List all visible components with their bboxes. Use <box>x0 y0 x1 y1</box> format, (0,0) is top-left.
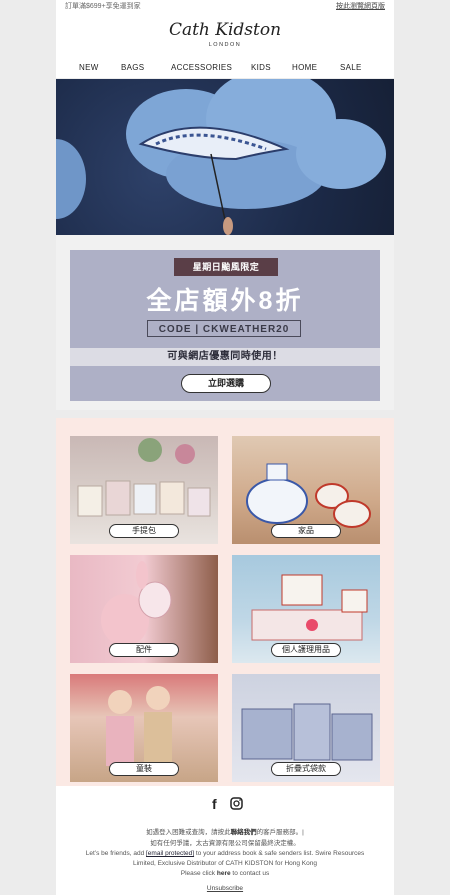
unsubscribe-link[interactable]: Unsubscribe <box>56 885 394 892</box>
cloud-shape <box>296 119 386 189</box>
footer: f 如遇登入困難或查詢，請按此聯絡我們的客戶服務部。| 如有任何爭議，太古資源有… <box>56 786 394 895</box>
nav-item-accessories[interactable]: ACCESSORIES <box>171 63 232 72</box>
category-tile-foldaway-bags[interactable]: 折疊式袋款 <box>232 674 380 782</box>
footer-line-1: 如遇登入困難或查詢，請按此聯絡我們的客戶服務部。| <box>56 828 394 838</box>
instagram-icon[interactable] <box>230 797 243 810</box>
shop-now-button[interactable]: 立即選購 <box>181 374 271 393</box>
umbrella-icon <box>138 126 290 235</box>
category-label: 配件 <box>109 643 179 657</box>
here-link[interactable]: here <box>217 870 231 877</box>
category-tile-accessories[interactable]: 配件 <box>70 555 218 663</box>
view-web-version-link[interactable]: 按此瀏覽網頁版 <box>336 1 385 11</box>
nav-item-bags[interactable]: BAGS <box>121 63 144 72</box>
free-shipping-text: 訂單滿$699+享免運到家 <box>65 3 141 10</box>
promo-tag: 星期日颱風限定 <box>174 258 278 276</box>
nav-item-new[interactable]: NEW <box>79 63 99 72</box>
category-tile-personal-care[interactable]: 個人護理用品 <box>232 555 380 663</box>
category-tile-bags[interactable]: 手提包 <box>70 436 218 544</box>
contact-us-link[interactable]: 聯絡我們 <box>231 829 257 836</box>
promo-code: CODE | CKWEATHER20 <box>147 320 301 337</box>
category-tile-home[interactable]: 家品 <box>232 436 380 544</box>
promo-banner[interactable]: 星期日颱風限定 全店額外8折 CODE | CKWEATHER20 可與網店優惠… <box>70 250 380 401</box>
nav-item-home[interactable]: HOME <box>292 63 317 72</box>
footer-line-3: Let’s be friends, add [email protected] … <box>56 849 394 859</box>
nav-item-sale[interactable]: SALE <box>340 63 362 72</box>
hero-image[interactable] <box>56 79 394 235</box>
category-tile-kids[interactable]: 童裝 <box>70 674 218 782</box>
facebook-icon[interactable]: f <box>212 796 217 812</box>
category-label: 童裝 <box>109 762 179 776</box>
footer-text: to contact us <box>230 870 270 877</box>
footer-text: 的客戶服務部。| <box>256 829 304 836</box>
category-grid: 手提包 家品 配件 個人護理用品 童裝 折疊式袋款 <box>56 418 394 786</box>
promo-section: 星期日颱風限定 全店額外8折 CODE | CKWEATHER20 可與網店優惠… <box>56 235 394 410</box>
footer-line-2: 如有任何爭議，太古資源有限公司保留最終決定權。 <box>150 840 300 847</box>
brand-logo[interactable]: Cath Kidston <box>56 20 394 40</box>
main-nav: NEW BAGS ACCESSORIES KIDS HOME SALE <box>56 63 394 75</box>
promo-headline: 全店額外8折 <box>146 287 304 315</box>
footer-line-5: Please click here to contact us <box>56 869 394 879</box>
category-label: 家品 <box>271 524 341 538</box>
brand-logo-sub: LONDON <box>208 42 242 48</box>
category-label: 個人護理用品 <box>271 643 341 657</box>
footer-text: 如遇登入困難或查詢，請按此 <box>146 829 231 836</box>
category-label: 折疊式袋款 <box>271 762 341 776</box>
nav-item-kids[interactable]: KIDS <box>251 63 271 72</box>
footer-line-4: Limited, Exclusive Distributor of CATH K… <box>133 860 317 867</box>
top-bar: 訂單滿$699+享免運到家 按此瀏覽網頁版 <box>56 0 394 12</box>
promo-note: 可與網店優惠同時使用！ <box>70 348 380 366</box>
footer-text: Please click <box>180 870 217 877</box>
category-label: 手提包 <box>109 524 179 538</box>
footer-text: to your address book & safe senders list… <box>194 850 365 857</box>
header: Cath Kidston LONDON NEW BAGS ACCESSORIES… <box>56 12 394 78</box>
cloud-shape <box>56 139 86 219</box>
email-link[interactable]: [email protected] <box>146 850 194 857</box>
footer-text: Let’s be friends, add <box>85 850 146 857</box>
